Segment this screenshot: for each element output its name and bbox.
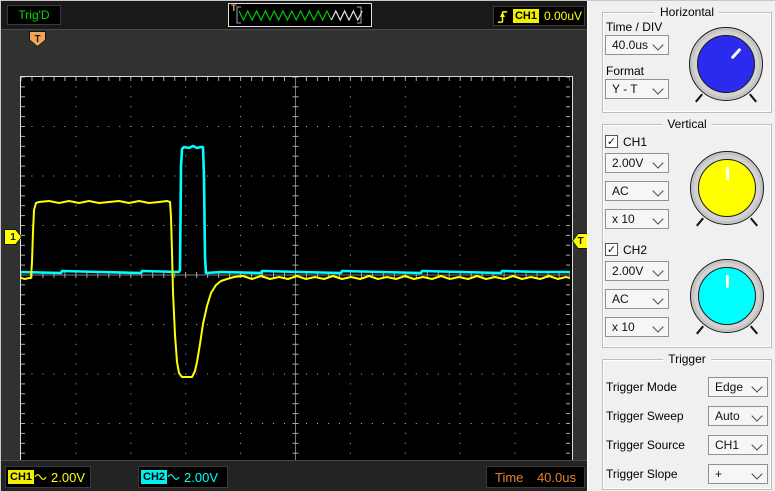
ac-coupling-icon: [167, 474, 180, 480]
ch1-scale-select[interactable]: 2.00V: [605, 153, 669, 173]
format-label: Format: [606, 64, 645, 78]
ch1-coupling-select[interactable]: AC: [605, 181, 669, 201]
oscilloscope-app: Trig'D T CH1 0.00uV CH1:+Duty = ***** T: [0, 0, 775, 491]
scope-display-area: CH1:+Duty = ***** T 1 T: [1, 30, 589, 491]
ch1-checkbox-label: CH1: [623, 135, 648, 149]
chevron-down-icon: [652, 213, 664, 225]
trigger-mode-label: Trigger Mode: [606, 380, 677, 394]
chevron-down-icon: [751, 439, 763, 451]
trigger-slope-select[interactable]: +: [708, 464, 768, 484]
ch1-scale-option: 2.00V: [612, 156, 644, 170]
ch1-position-knob[interactable]: [690, 151, 764, 227]
ch1-coupling-option: AC: [612, 184, 629, 198]
knob-ring: [685, 23, 767, 105]
ch2-probe-select[interactable]: x 10: [605, 317, 669, 337]
knob-pointer: [725, 275, 729, 288]
ch2-scale-select[interactable]: 2.00V: [605, 261, 669, 281]
ch2-scale-option: 2.00V: [612, 264, 644, 278]
time-div-label: Time / DIV: [606, 20, 663, 34]
ac-coupling-icon: [34, 474, 47, 480]
ch2-coupling-option: AC: [612, 292, 629, 306]
preview-trigger-marker: T: [231, 3, 237, 13]
control-panel: Horizontal Time / DIV 40.0us Format Y - …: [587, 1, 775, 491]
knob-pointer: [725, 167, 729, 180]
marker-label: T: [573, 234, 588, 248]
chevron-down-icon: [751, 410, 763, 422]
scope-grid-and-waveforms: [20, 76, 571, 474]
rising-edge-trigger-icon: [497, 10, 508, 23]
horizontal-position-knob[interactable]: [685, 23, 767, 105]
time-div-value: 40.0us: [612, 38, 649, 52]
trigger-mode-select[interactable]: Edge: [708, 377, 768, 397]
trigger-slope-value: +: [715, 467, 723, 481]
check-icon: ✓: [606, 244, 617, 256]
trigger-source-value: CH1: [715, 438, 740, 452]
trigger-source-select[interactable]: CH1: [708, 435, 768, 455]
trigger-source-label: Trigger Source: [606, 438, 685, 452]
chevron-down-icon: [652, 265, 664, 277]
ch2-probe-option: x 10: [612, 320, 635, 334]
chevron-down-icon: [751, 468, 763, 480]
trigger-source-badge: CH1: [512, 9, 539, 23]
ch2-checkbox-label: CH2: [623, 243, 648, 257]
time-value: 40.0us: [536, 469, 576, 485]
time-label: Time: [495, 469, 524, 485]
ch2-coupling-select[interactable]: AC: [605, 289, 669, 309]
vertical-group-title: Vertical: [662, 117, 712, 131]
chevron-down-icon: [652, 321, 664, 333]
time-div-select[interactable]: 40.0us: [605, 35, 669, 55]
scope-screen: CH1:+Duty = *****: [20, 76, 573, 491]
preview-waveform-icon: [236, 6, 363, 24]
trigger-sweep-label: Trigger Sweep: [606, 409, 684, 423]
knob-face: [698, 159, 756, 217]
knob-pointer: [730, 47, 742, 60]
horizontal-group-title: Horizontal: [654, 5, 720, 19]
ch1-probe-select[interactable]: x 10: [605, 209, 669, 229]
ch1-probe-option: x 10: [612, 212, 635, 226]
trigger-readout-panel: CH1 0.00uV: [493, 6, 585, 26]
chevron-down-icon: [652, 83, 664, 95]
trigger-position-marker[interactable]: T: [29, 31, 46, 47]
ch1-scale-value: 2.00V: [51, 469, 85, 485]
ch1-badge: CH1: [8, 470, 35, 484]
ch2-position-knob[interactable]: [690, 259, 764, 335]
knob-face: [698, 267, 756, 325]
chevron-down-icon: [652, 39, 664, 51]
knob-ring: [690, 151, 764, 225]
format-select[interactable]: Y - T: [605, 79, 669, 99]
chevron-down-icon: [751, 381, 763, 393]
ch2-checkbox[interactable]: ✓: [605, 243, 618, 256]
waveform-preview[interactable]: T: [228, 3, 372, 27]
trigger-status-panel: Trig'D: [7, 5, 61, 25]
chevron-down-icon: [652, 157, 664, 169]
marker-label: T: [30, 32, 45, 46]
marker-label: 1: [5, 230, 21, 244]
chevron-down-icon: [652, 293, 664, 305]
knob-ring: [690, 259, 764, 333]
ch1-checkbox[interactable]: ✓: [605, 135, 618, 148]
knob-face: [685, 23, 767, 105]
trigger-group-title: Trigger: [663, 352, 711, 366]
trigger-sweep-select[interactable]: Auto: [708, 406, 768, 426]
trigger-status-text: Trig'D: [18, 8, 50, 22]
ch1-ground-marker[interactable]: 1: [4, 229, 22, 245]
ch2-badge: CH2: [141, 470, 168, 484]
trigger-level-value: 0.00uV: [543, 9, 583, 23]
bottom-status-bar: CH1 2.00V CH2 2.00V Time 40.0us: [1, 460, 587, 491]
top-status-bar: Trig'D T CH1 0.00uV: [1, 1, 587, 30]
ch2-status-panel[interactable]: CH2 2.00V: [138, 466, 228, 488]
trigger-mode-value: Edge: [715, 380, 744, 394]
check-icon: ✓: [606, 136, 617, 148]
chevron-down-icon: [652, 185, 664, 197]
ch2-scale-value: 2.00V: [184, 469, 218, 485]
format-value: Y - T: [612, 82, 638, 96]
time-status-panel: Time 40.0us: [486, 466, 585, 488]
trigger-slope-label: Trigger Slope: [606, 467, 678, 481]
ch1-status-panel[interactable]: CH1 2.00V: [5, 466, 91, 488]
trigger-sweep-value: Auto: [715, 409, 740, 423]
